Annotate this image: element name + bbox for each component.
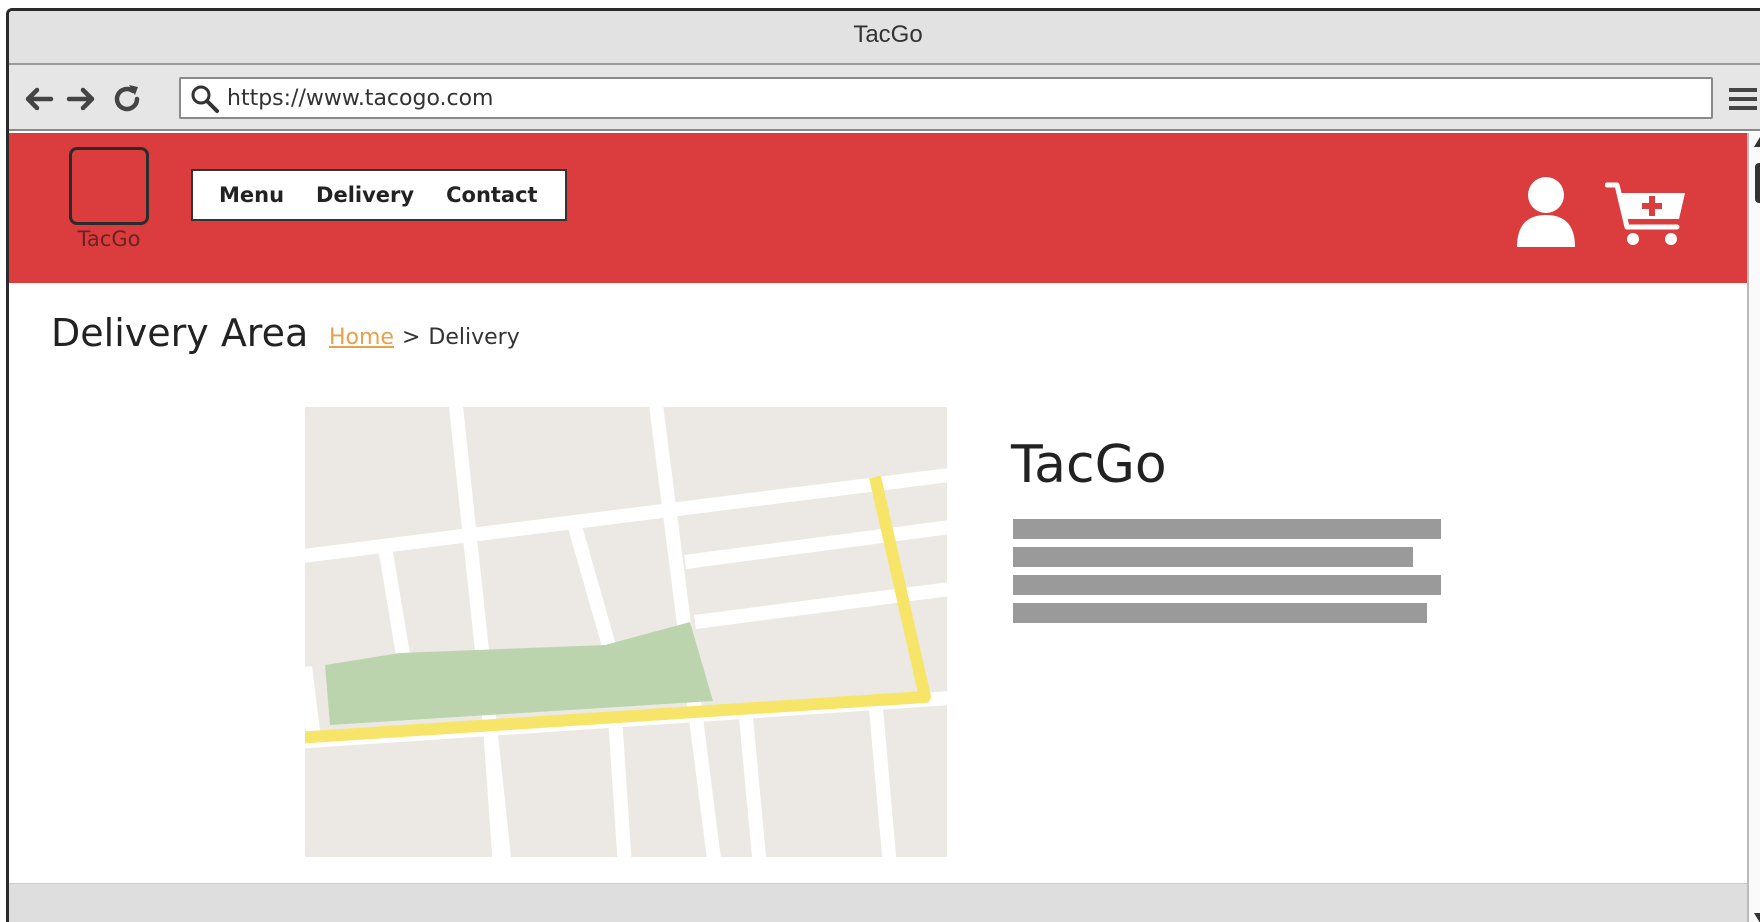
window-title: TacGo xyxy=(853,21,923,48)
scroll-down-icon[interactable] xyxy=(1754,913,1760,922)
breadcrumb: Home > Delivery xyxy=(329,325,520,350)
reload-icon xyxy=(114,85,140,112)
placeholder-text xyxy=(1013,519,1441,631)
placeholder-line xyxy=(1013,519,1441,539)
placeholder-line xyxy=(1013,603,1427,623)
placeholder-line xyxy=(1013,575,1441,595)
page-scrollbar[interactable] xyxy=(1747,133,1760,922)
site-header: TacGo Menu Delivery Contact xyxy=(9,133,1747,283)
nav-contact[interactable]: Contact xyxy=(446,183,538,207)
browser-toolbar xyxy=(9,65,1760,131)
address-bar[interactable] xyxy=(179,77,1713,119)
cart-add-icon[interactable] xyxy=(1605,179,1689,249)
back-button[interactable] xyxy=(21,81,57,117)
map-illustration xyxy=(305,407,947,857)
user-icon[interactable] xyxy=(1511,175,1581,249)
breadcrumb-home-link[interactable]: Home xyxy=(329,325,394,350)
menu-icon xyxy=(1729,88,1757,110)
reload-button[interactable] xyxy=(109,81,145,117)
breadcrumb-separator: > xyxy=(401,325,421,350)
delivery-map[interactable] xyxy=(305,407,947,857)
logo-text: TacGo xyxy=(77,227,141,251)
info-title: TacGo xyxy=(1011,435,1167,495)
browser-menu-button[interactable] xyxy=(1727,83,1759,115)
title-bar: TacGo xyxy=(9,11,1760,65)
scroll-thumb[interactable] xyxy=(1755,163,1760,203)
breadcrumb-current: Delivery xyxy=(428,325,520,350)
scroll-up-icon[interactable] xyxy=(1754,137,1760,147)
forward-arrow-icon xyxy=(66,87,95,111)
search-icon xyxy=(191,85,219,113)
footer-bar xyxy=(9,883,1747,922)
url-input[interactable] xyxy=(227,81,1697,115)
browser-window: TacGo https://www.tacogo.com TacGo Menu … xyxy=(6,8,1760,922)
main-nav: Menu Delivery Contact xyxy=(191,169,567,221)
nav-delivery[interactable]: Delivery xyxy=(316,183,414,207)
logo[interactable] xyxy=(69,147,149,225)
nav-menu[interactable]: Menu xyxy=(219,183,284,207)
back-arrow-icon xyxy=(25,87,54,111)
placeholder-line xyxy=(1013,547,1413,567)
page-title: Delivery Area xyxy=(51,311,309,355)
forward-button[interactable] xyxy=(63,81,99,117)
